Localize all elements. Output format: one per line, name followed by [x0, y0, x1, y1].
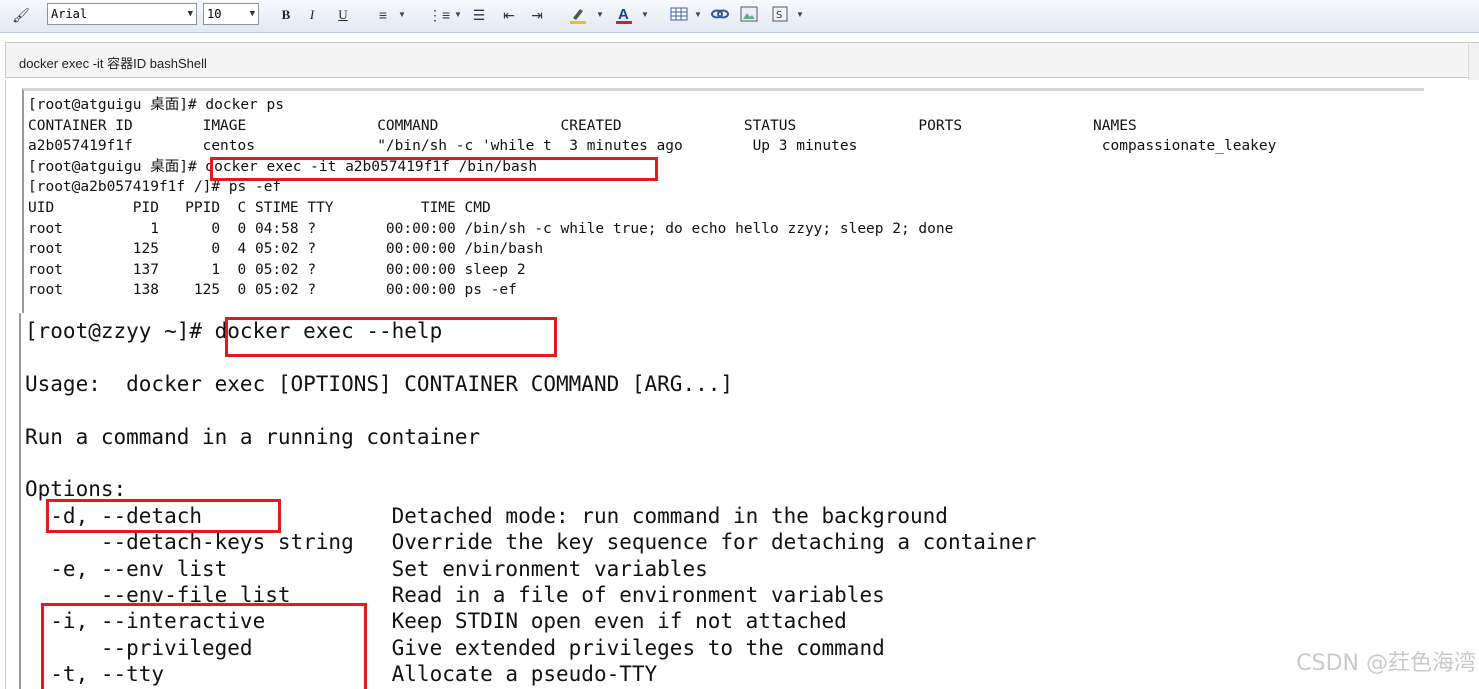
chevron-down-icon[interactable]: ▼ [641, 5, 649, 25]
terminal-line: CONTAINER ID IMAGE COMMAND CREATED STATU… [28, 117, 1137, 134]
align-icon[interactable]: ≡ [374, 5, 392, 25]
terminal-line: root 137 1 0 05:02 ? 00:00:00 sleep 2 [28, 261, 526, 278]
watermark: CSDN @荭色海湾 [1296, 651, 1476, 676]
font-color-icon[interactable]: A [614, 5, 634, 25]
chevron-down-icon[interactable]: ▼ [796, 5, 804, 25]
note-editor[interactable]: [root@atguigu 桌面]# docker ps CONTAINER I… [5, 80, 1479, 689]
bold-button[interactable]: B [277, 5, 295, 25]
indent-icon[interactable]: ⇥ [528, 5, 546, 25]
terminal-line: UID PID PPID C STIME TTY TIME CMD [28, 200, 491, 216]
terminal-line: -e, --env list Set environment variables [25, 556, 708, 581]
terminal-screenshot-help: [root@zzyy ~]# docker exec --help Usage:… [19, 313, 1461, 689]
format-toolbar: 🖌 Arial ▼ 10 ▼ B I U ≡ ▼ ⋮≡ ▼ ☰ ⇤ ⇥ ▼ A … [0, 0, 1479, 33]
terminal-line: root 138 125 0 05:02 ? 00:00:00 ps -ef [28, 282, 517, 299]
link-icon[interactable] [710, 5, 730, 25]
note-title[interactable]: docker exec -it 容器ID bashShell [19, 53, 207, 72]
terminal-line: Run a command in a running container [25, 424, 481, 449]
terminal-line: [root@atguigu 桌面]# docker ps [28, 97, 284, 113]
chevron-down-icon: ▼ [249, 9, 255, 19]
special-icon[interactable]: S [772, 5, 790, 25]
font-size-select[interactable]: 10 ▼ [203, 3, 259, 25]
image-icon[interactable] [740, 5, 758, 25]
terminal-line: root 1 0 0 04:58 ? 00:00:00 /bin/sh -c w… [28, 220, 954, 237]
terminal-line: --detach-keys string Override the key se… [25, 530, 1037, 555]
brush-icon[interactable]: 🖌 [10, 5, 32, 25]
numbered-list-icon[interactable]: ⋮≡ [428, 5, 450, 25]
italic-button[interactable]: I [303, 5, 321, 25]
highlight-box-exec-command [210, 157, 658, 181]
highlight-box-it-options [41, 603, 367, 689]
underline-button[interactable]: U [334, 5, 352, 25]
svg-text:S: S [776, 10, 782, 21]
highlight-box-detach-option [46, 499, 281, 533]
font-size-value: 10 [207, 7, 222, 21]
chevron-down-icon[interactable]: ▼ [596, 5, 604, 25]
font-family-select[interactable]: Arial ▼ [47, 3, 197, 25]
terminal-line: root 125 0 4 05:02 ? 00:00:00 /bin/bash [28, 241, 544, 258]
bulleted-list-icon[interactable]: ☰ [470, 5, 488, 25]
terminal-screenshot-ps: [root@atguigu 桌面]# docker ps CONTAINER I… [22, 88, 1424, 314]
chevron-down-icon: ▼ [187, 9, 193, 19]
outdent-icon[interactable]: ⇤ [500, 5, 518, 25]
chevron-down-icon[interactable]: ▼ [694, 5, 702, 25]
chevron-down-icon[interactable]: ▼ [454, 5, 462, 25]
font-family-value: Arial [51, 7, 88, 21]
highlight-icon[interactable] [568, 5, 588, 25]
terminal-line: Usage: docker exec [OPTIONS] CONTAINER C… [25, 371, 734, 396]
highlight-box-help-command [225, 317, 557, 357]
table-icon[interactable] [670, 5, 688, 25]
note-title-bar: docker exec -it 容器ID bashShell [5, 42, 1479, 78]
chevron-down-icon[interactable]: ▼ [398, 5, 406, 25]
svg-text:A: A [618, 6, 629, 23]
terminal-line: a2b057419f1f centos "/bin/sh -c 'while t… [28, 138, 1277, 155]
